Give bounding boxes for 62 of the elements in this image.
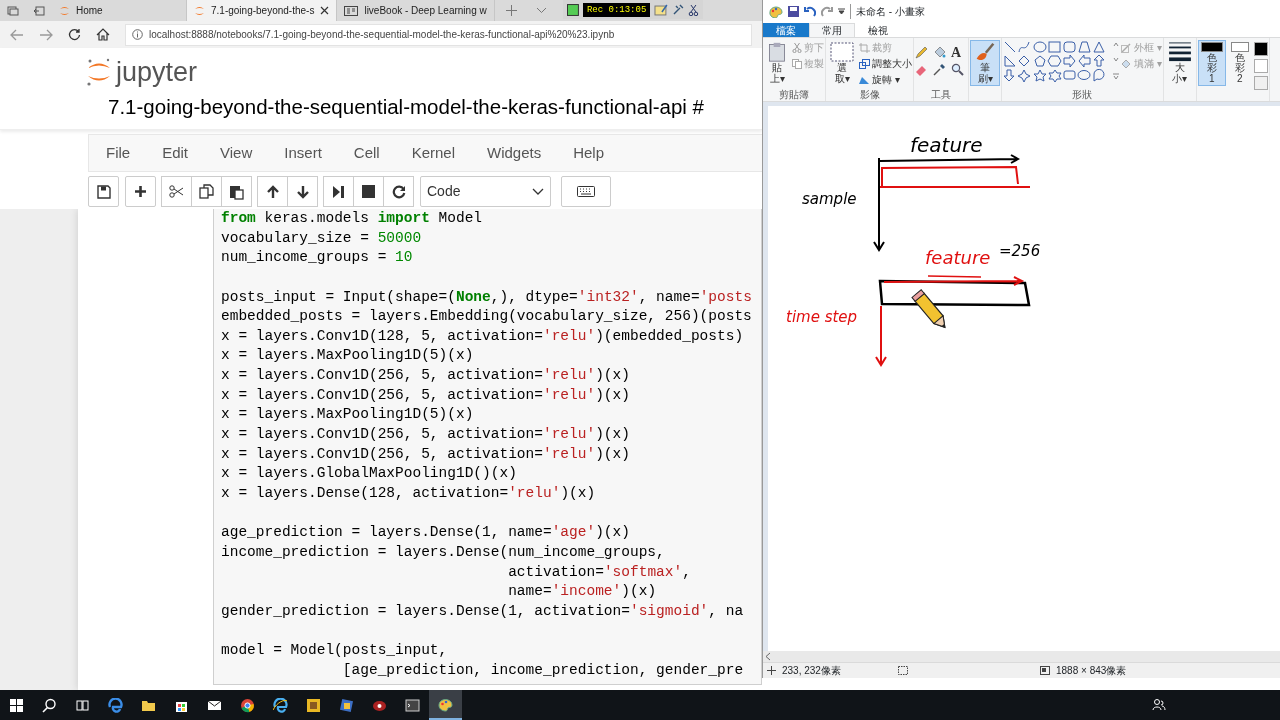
code-line: x = layers.Conv1D(128, 5, activation='relu')(embedded_posts) bbox=[221, 326, 745, 346]
code-line: x = layers.Conv1D(256, 5, activation='relu')(x) bbox=[221, 444, 631, 464]
handwritten-label: =256 bbox=[999, 242, 1041, 260]
brush-button[interactable]: 筆刷▾ bbox=[970, 40, 1000, 86]
code-line: income_prediction = layers.Dense(num_income_groups, bbox=[221, 542, 666, 562]
rotate-button[interactable]: 旋轉 ▾ bbox=[859, 72, 912, 87]
code-line: name='income')(x) bbox=[507, 582, 658, 602]
address-bar[interactable]: localhost:8888/notebooks/7.1-going-beyond-the-sequential-model-the-keras-functional-api%20%23.ipynb bbox=[125, 23, 752, 46]
group-label: 工具 bbox=[930, 88, 952, 101]
drawing-canvas[interactable]: feature sample feature =256 time step bbox=[768, 106, 1280, 651]
menu-item[interactable]: View bbox=[207, 141, 266, 165]
handwritten-label: feature bbox=[925, 247, 991, 268]
color-button[interactable]: 色彩 1 bbox=[1197, 40, 1226, 86]
code-line: embedded_posts = layers.Embedding(vocabulary_size, 256)(posts bbox=[221, 307, 753, 327]
notebook-title[interactable]: 7.1-going-beyond-the-sequential-model-the-keras-functional-api # bbox=[108, 95, 704, 118]
code-line: x = layers.Dense(128, activation='relu')(x) bbox=[221, 483, 597, 503]
resize-button[interactable]: 調整大小 bbox=[859, 56, 912, 71]
select-button[interactable]: 選取▾ bbox=[827, 40, 857, 86]
code-line: from keras.models import Model bbox=[221, 209, 484, 228]
canvas-size: 1888 × 843像素 bbox=[1056, 664, 1127, 678]
url-text: localhost:8888/notebooks/7.1-going-beyond-the-sequential-model-the-keras-functional-api%20%23.ipynb bbox=[149, 28, 615, 42]
code-line: num_income_groups = 10 bbox=[221, 248, 414, 268]
menu-item[interactable]: File bbox=[93, 141, 144, 165]
ribbon-tab[interactable]: 檢視 bbox=[855, 23, 901, 37]
code-line: age_prediction = layers.Dense(1, name='age')(x) bbox=[221, 523, 631, 543]
handwritten-label: sample bbox=[802, 190, 857, 208]
recording-timer: Rec 0:13:05 bbox=[582, 2, 651, 17]
code-line: x = layers.MaxPooling1D(5)(x) bbox=[221, 405, 475, 425]
code-line: x = layers.Conv1D(256, 5, activation='relu')(x) bbox=[221, 425, 631, 445]
paste-button[interactable]: 貼上▾ bbox=[764, 40, 790, 86]
menu-item[interactable]: Cell bbox=[340, 141, 393, 165]
handwritten-label: feature bbox=[910, 133, 983, 157]
handwritten-label: time step bbox=[786, 308, 858, 326]
menu-item[interactable]: Kernel bbox=[398, 141, 468, 165]
code-line: x = layers.GlobalMaxPooling1D()(x) bbox=[221, 464, 518, 484]
window-title: 未命名 - 小畫家 bbox=[850, 4, 925, 19]
cell-type-select[interactable]: Code bbox=[420, 176, 551, 207]
code-line: vocabulary_size = 50000 bbox=[221, 228, 423, 248]
menu-item[interactable]: Help bbox=[560, 141, 618, 165]
group-label: 剪貼簿 bbox=[778, 88, 810, 101]
menu-item[interactable]: Widgets bbox=[474, 141, 555, 165]
code-line: [age_prediction, income_prediction, gender_pre bbox=[341, 660, 745, 680]
code-line: activation='softmax', bbox=[507, 562, 692, 582]
code-line: gender_prediction = layers.Dense(1, activation='sigmoid', na bbox=[221, 601, 745, 621]
menu-item[interactable]: Insert bbox=[271, 141, 335, 165]
code-line: x = layers.Conv1D(256, 5, activation='relu')(x) bbox=[221, 366, 631, 386]
size-button[interactable]: 大小▾ bbox=[1164, 40, 1195, 86]
code-line: x = layers.MaxPooling1D(5)(x) bbox=[221, 346, 475, 366]
cursor-position: 233, 232像素 bbox=[782, 664, 842, 678]
menu-item[interactable]: Edit bbox=[149, 141, 202, 165]
text-tool[interactable]: A bbox=[951, 46, 967, 59]
ribbon-tab[interactable]: 常用 bbox=[809, 23, 855, 37]
color-button[interactable]: 色彩 2 bbox=[1227, 40, 1252, 86]
group-label: 影像 bbox=[858, 88, 881, 101]
code-line: x = layers.Conv1D(256, 5, activation='relu')(x) bbox=[221, 385, 631, 405]
jupyter-logo-text: jupyter bbox=[116, 58, 198, 86]
browser-tab[interactable]: 7.1-going-beyond-the-s bbox=[187, 0, 338, 21]
file-menu-tab[interactable]: 檔案 bbox=[763, 23, 809, 37]
code-line: model = Model(posts_input, bbox=[221, 641, 449, 661]
cell-type-text: Code bbox=[427, 182, 461, 201]
group-label: 形狀 bbox=[1071, 88, 1094, 101]
code-line: posts_input = Input(shape=(None,), dtype='int32', name='posts bbox=[221, 287, 753, 307]
